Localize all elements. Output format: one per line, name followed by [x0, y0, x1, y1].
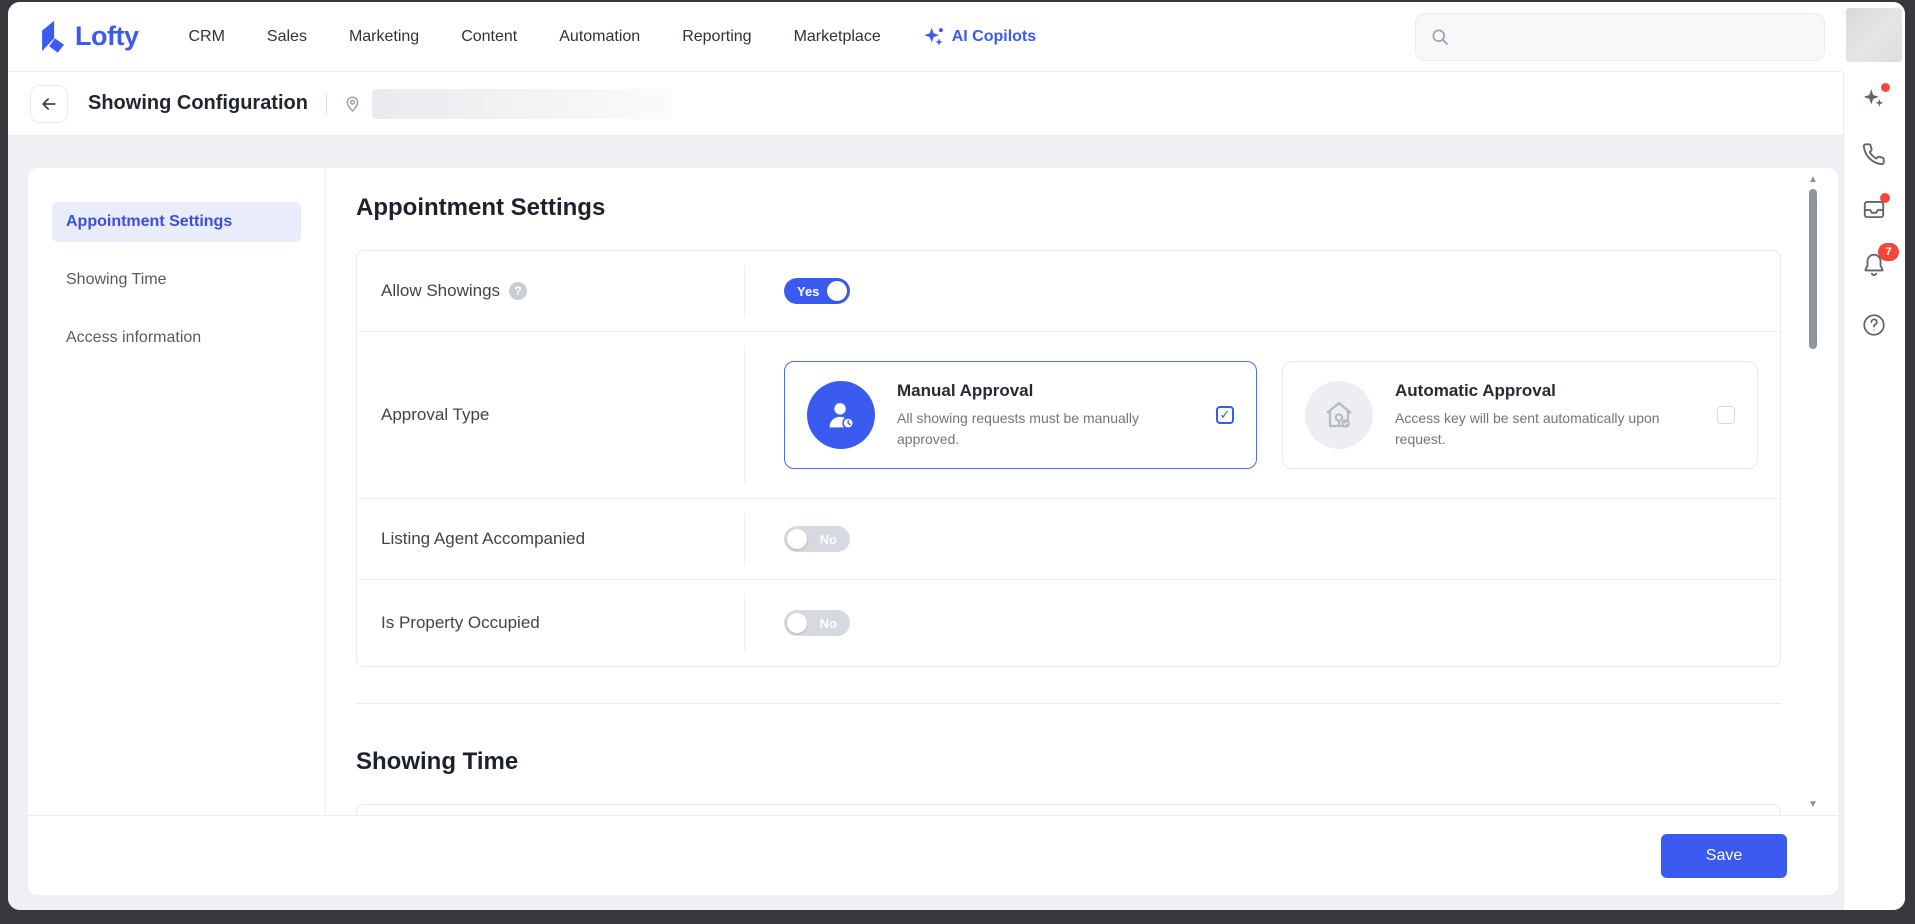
toggle-knob: [787, 613, 807, 633]
property-occupied-control: No: [744, 580, 1780, 666]
panel-body: Appointment Settings Showing Time Access…: [28, 168, 1838, 815]
nav-item-crm[interactable]: CRM: [188, 28, 224, 46]
search-input[interactable]: [1460, 28, 1810, 45]
listing-agent-toggle[interactable]: No: [784, 526, 850, 552]
toggle-knob: [787, 529, 807, 549]
appointment-settings-card: Allow Showings ? Yes: [356, 250, 1781, 667]
property-occupied-label: Is Property Occupied: [381, 613, 540, 633]
settings-scroll-area: Appointment Settings Allow Showings ?: [326, 168, 1838, 815]
lofty-logo[interactable]: Lofty: [35, 17, 138, 57]
showing-time-card-partial: [356, 804, 1781, 815]
section-divider: [356, 703, 1781, 704]
manual-approval-title: Manual Approval: [897, 381, 1179, 401]
listing-agent-control: No: [744, 499, 1780, 579]
global-search[interactable]: [1415, 13, 1825, 61]
allow-showings-toggle[interactable]: Yes: [784, 278, 850, 304]
appointment-settings-heading: Appointment Settings: [356, 194, 1781, 222]
toggle-on-label: Yes: [797, 284, 819, 299]
listing-agent-row: Listing Agent Accompanied No: [357, 499, 1780, 580]
approval-type-label-wrap: Approval Type: [357, 332, 744, 498]
sidebar-item-appointment-settings[interactable]: Appointment Settings: [52, 202, 301, 242]
nav-item-reporting[interactable]: Reporting: [682, 28, 751, 46]
automatic-approval-title: Automatic Approval: [1395, 381, 1677, 401]
rail-border: [1843, 72, 1844, 910]
right-utility-rail: 7: [1843, 2, 1905, 910]
phone-icon: [1861, 141, 1887, 167]
toggle-off-label: No: [820, 616, 837, 631]
nav-links: CRM Sales Marketing Content Automation R…: [188, 28, 880, 46]
vertical-scrollbar[interactable]: ▲ ▼: [1806, 170, 1820, 813]
help-button[interactable]: [1861, 312, 1887, 338]
nav-item-content[interactable]: Content: [461, 28, 517, 46]
settings-sidebar: Appointment Settings Showing Time Access…: [28, 168, 326, 815]
automatic-approval-card[interactable]: Automatic Approval Access key will be se…: [1282, 361, 1758, 469]
notification-dot: [1881, 83, 1890, 92]
property-occupied-toggle[interactable]: No: [784, 610, 850, 636]
showing-time-heading: Showing Time: [356, 748, 1781, 776]
save-button[interactable]: Save: [1661, 834, 1787, 878]
back-button[interactable]: [30, 85, 68, 123]
manual-approval-card[interactable]: Manual Approval All showing requests mus…: [784, 361, 1257, 469]
page-title: Showing Configuration: [88, 92, 308, 115]
user-avatar[interactable]: [1846, 8, 1902, 62]
manual-approval-checkbox[interactable]: ✓: [1216, 406, 1234, 424]
scrollbar-thumb[interactable]: [1809, 189, 1817, 349]
question-circle-icon: [1861, 312, 1887, 338]
automatic-approval-checkbox[interactable]: [1717, 406, 1735, 424]
ai-copilots-label: AI Copilots: [952, 28, 1036, 46]
allow-showings-label: Allow Showings: [381, 281, 500, 301]
title-divider: [326, 93, 327, 115]
property-address-redacted: [372, 89, 672, 119]
approval-type-row: Approval Type: [357, 332, 1780, 499]
approval-type-control: Manual Approval All showing requests mus…: [744, 332, 1780, 498]
automatic-approval-desc: Access key will be sent automatically up…: [1395, 408, 1677, 449]
automatic-approval-icon: [1305, 381, 1373, 449]
help-icon[interactable]: ?: [509, 282, 527, 300]
notification-dot: [1880, 193, 1890, 203]
scrollbar-up-arrow[interactable]: ▲: [1806, 172, 1820, 186]
search-icon: [1430, 27, 1450, 47]
arrow-left-icon: [39, 94, 59, 114]
configuration-panel: Appointment Settings Showing Time Access…: [28, 168, 1838, 895]
manual-approval-text: Manual Approval All showing requests mus…: [897, 381, 1179, 449]
allow-showings-row: Allow Showings ? Yes: [357, 251, 1780, 332]
lofty-logo-icon: [35, 17, 69, 57]
inbox-button[interactable]: [1861, 196, 1887, 222]
ai-assistant-button[interactable]: [1861, 85, 1887, 111]
sparkle-icon: [923, 26, 945, 48]
toggle-knob: [827, 281, 847, 301]
notifications-button[interactable]: 7: [1861, 252, 1887, 278]
approval-options: Manual Approval All showing requests mus…: [784, 361, 1758, 469]
settings-content: Appointment Settings Allow Showings ?: [326, 168, 1838, 815]
nav-item-marketplace[interactable]: Marketplace: [794, 28, 881, 46]
top-navbar: Lofty CRM Sales Marketing Content Automa…: [8, 2, 1843, 72]
page-background: Appointment Settings Showing Time Access…: [8, 136, 1843, 910]
phone-button[interactable]: [1861, 141, 1887, 167]
listing-agent-label-wrap: Listing Agent Accompanied: [357, 499, 744, 579]
sidebar-item-access-information[interactable]: Access information: [52, 318, 301, 358]
nav-item-automation[interactable]: Automation: [559, 28, 640, 46]
property-occupied-label-wrap: Is Property Occupied: [357, 580, 744, 666]
sidebar-item-showing-time[interactable]: Showing Time: [52, 260, 301, 300]
approval-type-label: Approval Type: [381, 405, 489, 425]
manual-approval-icon: [807, 381, 875, 449]
notification-count-badge: 7: [1878, 243, 1899, 261]
toggle-off-label: No: [820, 532, 837, 547]
nav-item-sales[interactable]: Sales: [267, 28, 307, 46]
app-window: Lofty CRM Sales Marketing Content Automa…: [8, 2, 1905, 910]
listing-agent-label: Listing Agent Accompanied: [381, 529, 585, 549]
automatic-approval-text: Automatic Approval Access key will be se…: [1395, 381, 1677, 449]
property-occupied-row: Is Property Occupied No: [357, 580, 1780, 666]
location-pin-icon: [343, 94, 362, 113]
allow-showings-label-wrap: Allow Showings ?: [357, 251, 744, 331]
allow-showings-control: Yes: [744, 251, 1780, 331]
panel-footer: Save: [28, 815, 1838, 895]
nav-item-marketing[interactable]: Marketing: [349, 28, 419, 46]
breadcrumb-bar: Showing Configuration: [8, 72, 1843, 136]
nav-item-ai-copilots[interactable]: AI Copilots: [923, 26, 1036, 48]
lofty-logo-text: Lofty: [75, 21, 138, 52]
manual-approval-desc: All showing requests must be manually ap…: [897, 408, 1179, 449]
scrollbar-down-arrow[interactable]: ▼: [1806, 797, 1820, 811]
